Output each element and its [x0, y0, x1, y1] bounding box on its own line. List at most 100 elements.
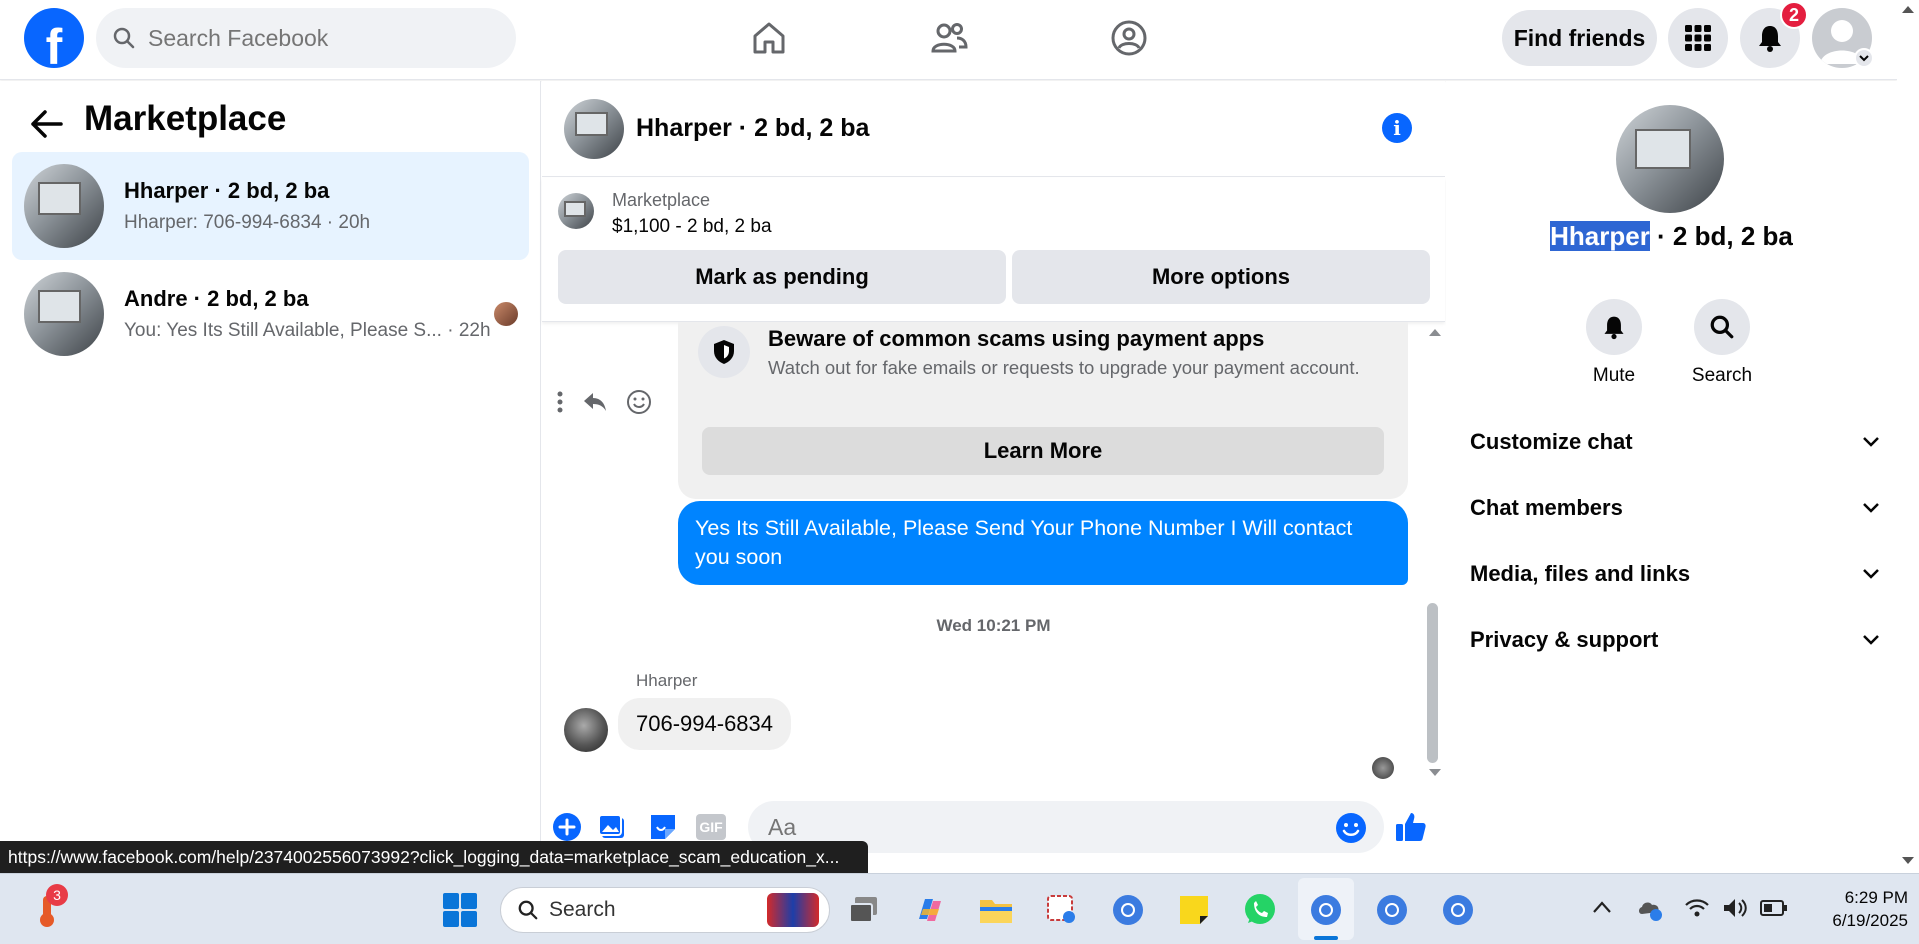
- chat-details-name: Hharper · 2 bd, 2 ba: [1446, 221, 1897, 252]
- mark-as-pending-button[interactable]: Mark as pending: [558, 250, 1006, 304]
- info-icon: i: [1393, 116, 1401, 140]
- chat-members-section[interactable]: Chat members: [1470, 495, 1880, 521]
- image-icon: [598, 812, 628, 842]
- account-menu-chevron[interactable]: [1854, 48, 1874, 68]
- page-title: Marketplace: [84, 99, 287, 138]
- learn-more-button[interactable]: Learn More: [702, 427, 1384, 475]
- thumbs-up-icon: [1394, 810, 1428, 844]
- snipping-tool-button[interactable]: [1040, 888, 1084, 932]
- section-label: Privacy & support: [1470, 627, 1659, 652]
- menu-button[interactable]: [1668, 8, 1728, 68]
- chat-header[interactable]: Hharper · 2 bd, 2 ba: [542, 81, 1445, 177]
- arrow-left-icon: [30, 109, 64, 139]
- active-indicator: [1314, 936, 1338, 940]
- friends-icon: [929, 18, 969, 58]
- back-button[interactable]: [30, 109, 64, 139]
- windows-logo-icon: [442, 892, 478, 928]
- show-hidden-icons-button[interactable]: [1592, 900, 1612, 914]
- gif-button[interactable]: GIF: [696, 814, 726, 840]
- mute-label: Mute: [1592, 365, 1636, 386]
- volume-icon[interactable]: [1722, 896, 1750, 920]
- listing-price[interactable]: $1,100 - 2 bd, 2 ba: [612, 216, 772, 238]
- search-icon: [1709, 314, 1735, 340]
- emoji-react-icon[interactable]: [626, 389, 652, 415]
- outgoing-message[interactable]: Yes Its Still Available, Please Send You…: [678, 501, 1408, 585]
- conversation-item[interactable]: Andre · 2 bd, 2 ba You: Yes Its Still Av…: [12, 260, 529, 368]
- sender-avatar[interactable]: [564, 708, 608, 752]
- chrome-profile-button[interactable]: [1106, 888, 1150, 932]
- copilot-button[interactable]: [908, 888, 952, 932]
- clock-time: 6:29 PM: [1844, 888, 1908, 907]
- smiley-icon: [1335, 812, 1367, 844]
- conversation-preview: Hharper: 706-994-6834 · 20h: [124, 212, 371, 233]
- add-attachment-button[interactable]: [552, 812, 582, 842]
- sticker-button[interactable]: [648, 812, 678, 842]
- listing-thumbnail[interactable]: [558, 193, 594, 229]
- chrome-active-button[interactable]: [1304, 888, 1348, 932]
- onedrive-icon[interactable]: [1636, 896, 1664, 922]
- conversation-item[interactable]: Hharper · 2 bd, 2 ba Hharper: 706-994-68…: [12, 152, 529, 260]
- reply-icon[interactable]: [582, 390, 608, 414]
- home-nav-button[interactable]: [742, 14, 796, 62]
- scroll-down-arrow[interactable]: [1428, 768, 1442, 778]
- read-receipt-avatar: [1372, 757, 1394, 779]
- media-files-links-section[interactable]: Media, files and links: [1470, 561, 1880, 587]
- wifi-icon[interactable]: [1684, 896, 1710, 920]
- start-button[interactable]: [438, 888, 482, 932]
- more-vertical-icon[interactable]: [556, 390, 564, 414]
- message-input[interactable]: [768, 813, 1308, 841]
- system-clock[interactable]: 6:29 PM 6/19/2025: [1808, 886, 1908, 932]
- battery-icon[interactable]: [1760, 898, 1788, 918]
- message-timestamp: Wed 10:21 PM: [936, 616, 1051, 635]
- taskbar-search[interactable]: Search: [500, 887, 830, 933]
- section-label: Chat members: [1470, 495, 1623, 520]
- sticker-icon: [648, 812, 678, 842]
- whatsapp-icon: [1242, 892, 1278, 928]
- photo-button[interactable]: [598, 812, 628, 842]
- chrome-profile-2-button[interactable]: [1370, 888, 1414, 932]
- scroll-up-arrow[interactable]: [1428, 327, 1442, 337]
- emoji-picker-button[interactable]: [1335, 812, 1367, 844]
- whatsapp-button[interactable]: [1238, 888, 1282, 932]
- chrome-profile-3-button[interactable]: [1436, 888, 1480, 932]
- search-in-chat-button[interactable]: [1694, 299, 1750, 355]
- privacy-support-section[interactable]: Privacy & support: [1470, 627, 1880, 653]
- search-highlight-image: [767, 893, 819, 927]
- mute-button[interactable]: [1586, 299, 1642, 355]
- sender-name: Hharper: [636, 671, 698, 690]
- search-action[interactable]: Search: [1682, 299, 1762, 387]
- plus-circle-icon: [552, 812, 582, 842]
- groups-nav-button[interactable]: [1102, 14, 1156, 62]
- conversation-preview: You: Yes Its Still Available, Please S..…: [124, 320, 491, 341]
- more-options-button[interactable]: More options: [1012, 250, 1430, 304]
- like-button[interactable]: [1394, 810, 1428, 844]
- chrome-icon: [1110, 892, 1146, 928]
- listing-label: Marketplace: [612, 190, 711, 210]
- chrome-icon: [1374, 892, 1410, 928]
- file-explorer-button[interactable]: [974, 888, 1018, 932]
- task-view-button[interactable]: [842, 888, 886, 932]
- bell-icon: [1601, 314, 1627, 340]
- folder-icon: [978, 895, 1014, 925]
- facebook-search-box[interactable]: [96, 8, 516, 68]
- chat-details-panel: Hharper · 2 bd, 2 ba Mute Search Customi…: [1446, 81, 1897, 873]
- scroll-up-arrow[interactable]: [1901, 4, 1915, 14]
- scroll-down-arrow[interactable]: [1901, 856, 1915, 866]
- sticky-notes-button[interactable]: [1172, 888, 1216, 932]
- chat-scrollbar-thumb[interactable]: [1427, 603, 1438, 763]
- facebook-logo[interactable]: f: [24, 8, 84, 68]
- chat-info-button[interactable]: i: [1382, 113, 1412, 143]
- section-label: Media, files and links: [1470, 561, 1691, 586]
- incoming-message[interactable]: 706-994-6834: [618, 698, 792, 750]
- mute-action[interactable]: Mute: [1574, 299, 1654, 387]
- listing-photo[interactable]: [1616, 105, 1724, 213]
- chrome-icon: [1440, 892, 1476, 928]
- listing-thumbnail: [564, 98, 624, 159]
- page-scrollbar[interactable]: [1897, 0, 1919, 873]
- customize-chat-section[interactable]: Customize chat: [1470, 429, 1880, 455]
- search-input[interactable]: [148, 24, 478, 52]
- chrome-icon: [1308, 892, 1344, 928]
- listing-thumbnail: [24, 272, 104, 356]
- friends-nav-button[interactable]: [922, 14, 976, 62]
- find-friends-button[interactable]: Find friends: [1502, 10, 1657, 66]
